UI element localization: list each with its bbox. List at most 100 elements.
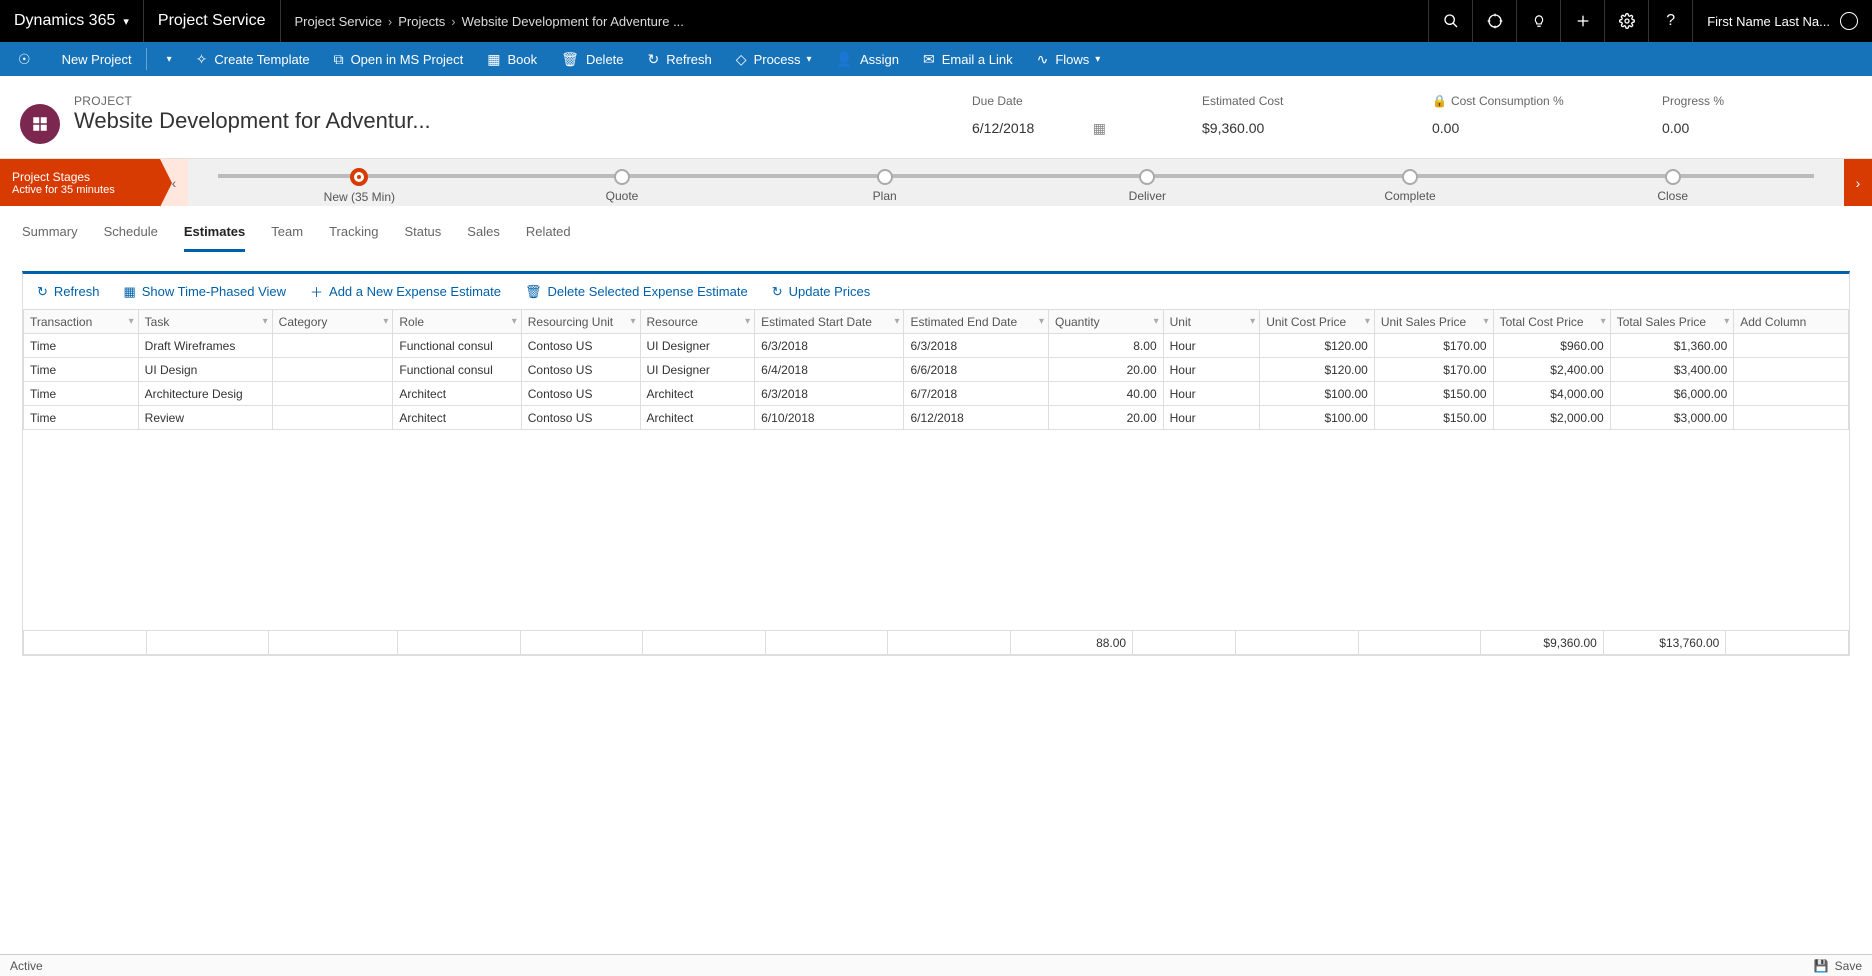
settings-icon[interactable] — [1604, 0, 1648, 42]
cell[interactable]: $150.00 — [1374, 382, 1493, 406]
cell[interactable] — [1734, 358, 1849, 382]
cell[interactable]: $2,400.00 — [1493, 358, 1610, 382]
tab-tracking[interactable]: Tracking — [329, 218, 378, 252]
process-next-arrow[interactable]: › — [1844, 159, 1872, 206]
tab-status[interactable]: Status — [404, 218, 441, 252]
column-header[interactable]: Unit Sales Price▾ — [1374, 310, 1493, 334]
module-name-cell[interactable]: Project Service — [144, 0, 281, 42]
column-header[interactable]: Role▾ — [393, 310, 521, 334]
cell[interactable]: 6/4/2018 — [755, 358, 904, 382]
column-header[interactable]: Resourcing Unit▾ — [521, 310, 640, 334]
delete-button[interactable]: 🗑Delete — [549, 42, 635, 76]
add-icon[interactable] — [1560, 0, 1604, 42]
refresh-button[interactable]: ↻Refresh — [636, 42, 724, 76]
cell[interactable]: $100.00 — [1260, 382, 1375, 406]
cell[interactable]: $3,400.00 — [1610, 358, 1734, 382]
cell[interactable]: Review — [138, 406, 272, 430]
column-header[interactable]: Estimated Start Date▾ — [755, 310, 904, 334]
process-flyout[interactable]: Project Stages Active for 35 minutes — [0, 159, 160, 206]
cell[interactable]: 40.00 — [1048, 382, 1163, 406]
cell[interactable]: $6,000.00 — [1610, 382, 1734, 406]
breadcrumb-item[interactable]: Projects — [398, 14, 445, 29]
new-project-button[interactable]: New Project — [50, 42, 144, 76]
tab-schedule[interactable]: Schedule — [104, 218, 158, 252]
column-header[interactable]: Total Cost Price▾ — [1493, 310, 1610, 334]
cell[interactable]: Architect — [393, 382, 521, 406]
update-prices-button[interactable]: ↻Update Prices — [772, 284, 871, 300]
cell[interactable]: $120.00 — [1260, 334, 1375, 358]
cell[interactable]: Architecture Desig — [138, 382, 272, 406]
cell[interactable]: UI Design — [138, 358, 272, 382]
column-header[interactable]: Total Sales Price▾ — [1610, 310, 1734, 334]
column-header[interactable]: Quantity▾ — [1048, 310, 1163, 334]
cell[interactable]: 6/3/2018 — [755, 382, 904, 406]
cell[interactable]: Functional consul — [393, 358, 521, 382]
create-template-button[interactable]: ✧Create Template — [184, 42, 322, 76]
add-expense-button[interactable]: ＋Add a New Expense Estimate — [310, 282, 501, 301]
cell[interactable]: $1,360.00 — [1610, 334, 1734, 358]
cell[interactable]: Contoso US — [521, 358, 640, 382]
save-button[interactable]: 💾 Save — [1814, 959, 1862, 973]
cell[interactable]: Contoso US — [521, 382, 640, 406]
cell[interactable]: $3,000.00 — [1610, 406, 1734, 430]
cell[interactable]: $120.00 — [1260, 358, 1375, 382]
cell[interactable] — [272, 382, 393, 406]
cell[interactable]: Architect — [640, 382, 755, 406]
column-header[interactable]: Category▾ — [272, 310, 393, 334]
cell[interactable]: UI Designer — [640, 334, 755, 358]
process-stage[interactable]: Quote — [491, 163, 754, 203]
open-ms-project-button[interactable]: ⧉Open in MS Project — [322, 42, 476, 76]
cell[interactable]: $960.00 — [1493, 334, 1610, 358]
cell[interactable]: $150.00 — [1374, 406, 1493, 430]
cell[interactable]: Functional consul — [393, 334, 521, 358]
calendar-icon[interactable]: ▦ — [1093, 120, 1106, 137]
tab-estimates[interactable]: Estimates — [184, 218, 245, 252]
cell[interactable]: 6/6/2018 — [904, 358, 1049, 382]
time-phased-button[interactable]: ▦Show Time-Phased View — [123, 284, 286, 300]
breadcrumb-item[interactable]: Website Development for Adventure ... — [462, 14, 684, 29]
process-stage[interactable]: New (35 Min) — [228, 162, 491, 204]
app-switcher[interactable]: Dynamics 365 ▾ — [0, 0, 144, 42]
email-link-button[interactable]: ✉Email a Link — [911, 42, 1025, 76]
tab-sales[interactable]: Sales — [467, 218, 500, 252]
table-row[interactable]: TimeArchitecture Desig ArchitectContoso U… — [24, 382, 1849, 406]
search-icon[interactable] — [1428, 0, 1472, 42]
tab-summary[interactable]: Summary — [22, 218, 78, 252]
process-stage[interactable]: Plan — [753, 163, 1016, 203]
cell[interactable]: UI Designer — [640, 358, 755, 382]
lightbulb-icon[interactable] — [1516, 0, 1560, 42]
cell[interactable]: $2,000.00 — [1493, 406, 1610, 430]
cell[interactable]: 6/3/2018 — [904, 334, 1049, 358]
cell[interactable]: Hour — [1163, 358, 1260, 382]
table-row[interactable]: TimeUI Design Functional consulContoso US… — [24, 358, 1849, 382]
cell[interactable]: Architect — [640, 406, 755, 430]
cell[interactable]: 20.00 — [1048, 358, 1163, 382]
cell[interactable]: 6/3/2018 — [755, 334, 904, 358]
cell[interactable]: Contoso US — [521, 334, 640, 358]
cell[interactable]: $170.00 — [1374, 334, 1493, 358]
process-stage[interactable]: Close — [1541, 163, 1804, 203]
cell[interactable]: Hour — [1163, 406, 1260, 430]
cell[interactable]: 6/12/2018 — [904, 406, 1049, 430]
cell[interactable]: Hour — [1163, 382, 1260, 406]
cell[interactable]: Time — [24, 334, 139, 358]
cell[interactable]: 6/10/2018 — [755, 406, 904, 430]
cell[interactable] — [272, 358, 393, 382]
cell[interactable]: Time — [24, 358, 139, 382]
column-header[interactable]: Estimated End Date▾ — [904, 310, 1049, 334]
back-button[interactable]: ☉ — [6, 42, 50, 76]
process-button[interactable]: ◇Process▾ — [724, 42, 824, 76]
cell[interactable]: Time — [24, 382, 139, 406]
column-header[interactable]: Add Column — [1734, 310, 1849, 334]
cell[interactable]: Hour — [1163, 334, 1260, 358]
new-project-dropdown[interactable]: ▾ — [149, 42, 184, 76]
column-header[interactable]: Resource▾ — [640, 310, 755, 334]
cell[interactable]: 6/7/2018 — [904, 382, 1049, 406]
book-button[interactable]: ▦Book — [475, 42, 549, 76]
table-row[interactable]: TimeDraft WireframesFunctional consulCon… — [24, 334, 1849, 358]
cell[interactable] — [1734, 406, 1849, 430]
process-stage[interactable]: Complete — [1279, 163, 1542, 203]
cell[interactable] — [272, 334, 393, 358]
cell[interactable]: 20.00 — [1048, 406, 1163, 430]
tab-related[interactable]: Related — [526, 218, 571, 252]
